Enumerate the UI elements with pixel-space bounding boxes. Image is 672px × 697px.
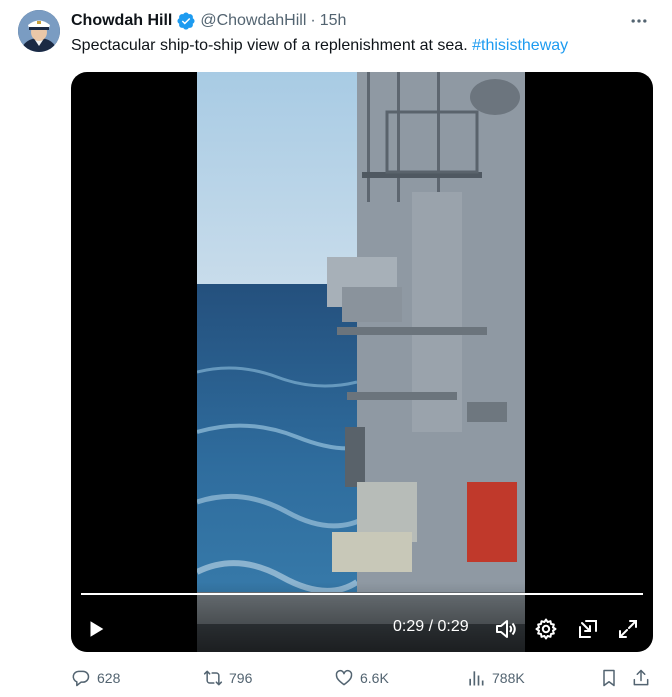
volume-icon[interactable] — [493, 616, 519, 642]
display-name[interactable]: Chowdah Hill — [71, 12, 172, 30]
like-button[interactable]: 6.6K — [334, 664, 389, 692]
tweet-card[interactable]: Chowdah Hill @ChowdahHill · 15h Spectacu… — [0, 0, 672, 697]
share-icon — [631, 668, 651, 688]
like-count: 6.6K — [360, 670, 389, 686]
timestamp[interactable]: 15h — [320, 12, 347, 30]
video-progress-fill — [81, 593, 643, 595]
settings-gear-icon[interactable] — [533, 616, 559, 642]
tweet-text: Spectacular ship-to-ship view of a reple… — [71, 36, 568, 56]
tweet-actions: 628 796 6.6K 788K — [71, 664, 653, 692]
video-player[interactable]: 0:29 / 0:29 — [71, 72, 653, 652]
repost-icon — [203, 668, 223, 688]
repost-count: 796 — [229, 670, 253, 686]
user-handle[interactable]: @ChowdahHill — [200, 12, 306, 30]
play-icon[interactable] — [83, 616, 109, 642]
heart-icon — [334, 668, 354, 688]
more-options-icon[interactable] — [628, 10, 650, 32]
avatar[interactable] — [18, 10, 60, 52]
video-timecode: 0:29 / 0:29 — [393, 618, 469, 635]
bookmark-icon — [599, 668, 619, 688]
repost-button[interactable]: 796 — [203, 664, 252, 692]
hashtag-link[interactable]: #thisistheway — [472, 37, 568, 54]
reply-button[interactable]: 628 — [71, 664, 120, 692]
views-button[interactable]: 788K — [466, 664, 525, 692]
tweet-body: Spectacular ship-to-ship view of a reple… — [71, 37, 473, 54]
video-progress-bar[interactable] — [81, 593, 643, 595]
analytics-icon — [466, 668, 486, 688]
separator-dot: · — [310, 12, 316, 29]
tweet-header: Chowdah Hill @ChowdahHill · 15h — [71, 10, 346, 32]
reply-icon — [71, 668, 91, 688]
video-frame[interactable] — [197, 72, 525, 652]
verified-badge-icon — [176, 11, 196, 31]
share-button[interactable] — [631, 664, 651, 692]
fullscreen-icon[interactable] — [615, 616, 641, 642]
reply-count: 628 — [97, 670, 121, 686]
picture-in-picture-icon[interactable] — [575, 616, 601, 642]
bookmark-button[interactable] — [599, 664, 619, 692]
view-count: 788K — [492, 670, 525, 686]
